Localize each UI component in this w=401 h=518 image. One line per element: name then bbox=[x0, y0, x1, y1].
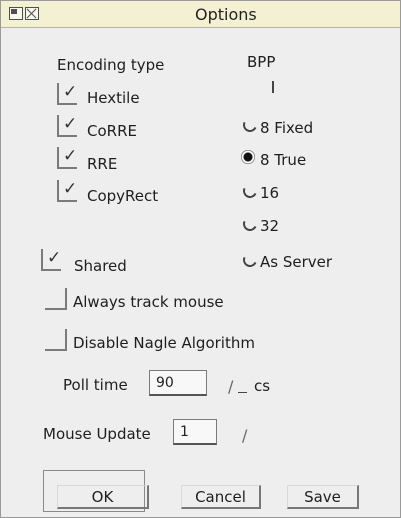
radio-as-server[interactable] bbox=[241, 251, 259, 269]
bpp-label-16: 16 bbox=[260, 184, 280, 202]
encoding-type-heading: Encoding type bbox=[57, 56, 165, 74]
bpp-label-8-true: 8 True bbox=[260, 151, 307, 169]
shared-checkbox[interactable]: ✓ bbox=[41, 249, 61, 271]
cancel-button[interactable]: Cancel bbox=[181, 485, 261, 509]
track-mouse-label: Always track mouse bbox=[73, 293, 224, 311]
hextile-label: Hextile bbox=[87, 89, 140, 107]
radio-16[interactable] bbox=[241, 182, 259, 200]
bpp-heading: BPP bbox=[247, 53, 276, 71]
bpp-label-as-server: As Server bbox=[260, 253, 333, 271]
hextile-checkbox[interactable]: ✓ bbox=[57, 83, 77, 105]
save-button[interactable]: Save bbox=[287, 485, 359, 509]
poll-slash: / bbox=[228, 377, 234, 396]
mouse-update-slash: / bbox=[242, 426, 248, 445]
poll-unit-underline bbox=[238, 392, 247, 393]
shared-label: Shared bbox=[74, 257, 127, 275]
poll-unit: cs bbox=[254, 377, 271, 395]
corre-label: CoRRE bbox=[87, 122, 137, 140]
rre-label: RRE bbox=[87, 155, 118, 173]
radio-32[interactable] bbox=[241, 215, 259, 233]
track-mouse-checkbox[interactable] bbox=[45, 288, 67, 310]
copyrect-checkbox[interactable]: ✓ bbox=[57, 180, 77, 202]
mouse-update-field[interactable] bbox=[173, 419, 217, 445]
disable-nagle-checkbox[interactable] bbox=[45, 329, 67, 351]
bpp-label-8-fixed: 8 Fixed bbox=[260, 119, 314, 137]
title-bar[interactable]: Options bbox=[1, 1, 400, 28]
corre-checkbox[interactable]: ✓ bbox=[57, 115, 77, 137]
poll-time-label: Poll time bbox=[63, 376, 128, 394]
toggle-size-icon[interactable] bbox=[9, 7, 23, 20]
ok-button[interactable]: OK bbox=[57, 485, 149, 509]
poll-time-input[interactable] bbox=[156, 373, 202, 393]
bpp-divider bbox=[272, 81, 274, 93]
mouse-update-input[interactable] bbox=[180, 422, 212, 442]
radio-8-true[interactable] bbox=[241, 150, 255, 164]
bpp-label-32: 32 bbox=[260, 217, 280, 235]
poll-time-field[interactable] bbox=[149, 370, 207, 396]
rre-checkbox[interactable]: ✓ bbox=[57, 147, 77, 169]
options-window: Options Encoding type ✓ Hextile ✓ CoRRE … bbox=[0, 0, 401, 518]
mouse-update-label: Mouse Update bbox=[43, 425, 151, 443]
close-icon[interactable] bbox=[25, 7, 39, 20]
copyrect-label: CopyRect bbox=[87, 187, 159, 205]
window-title: Options bbox=[195, 5, 257, 24]
disable-nagle-label: Disable Nagle Algorithm bbox=[73, 334, 255, 352]
radio-8-fixed[interactable] bbox=[241, 116, 259, 134]
